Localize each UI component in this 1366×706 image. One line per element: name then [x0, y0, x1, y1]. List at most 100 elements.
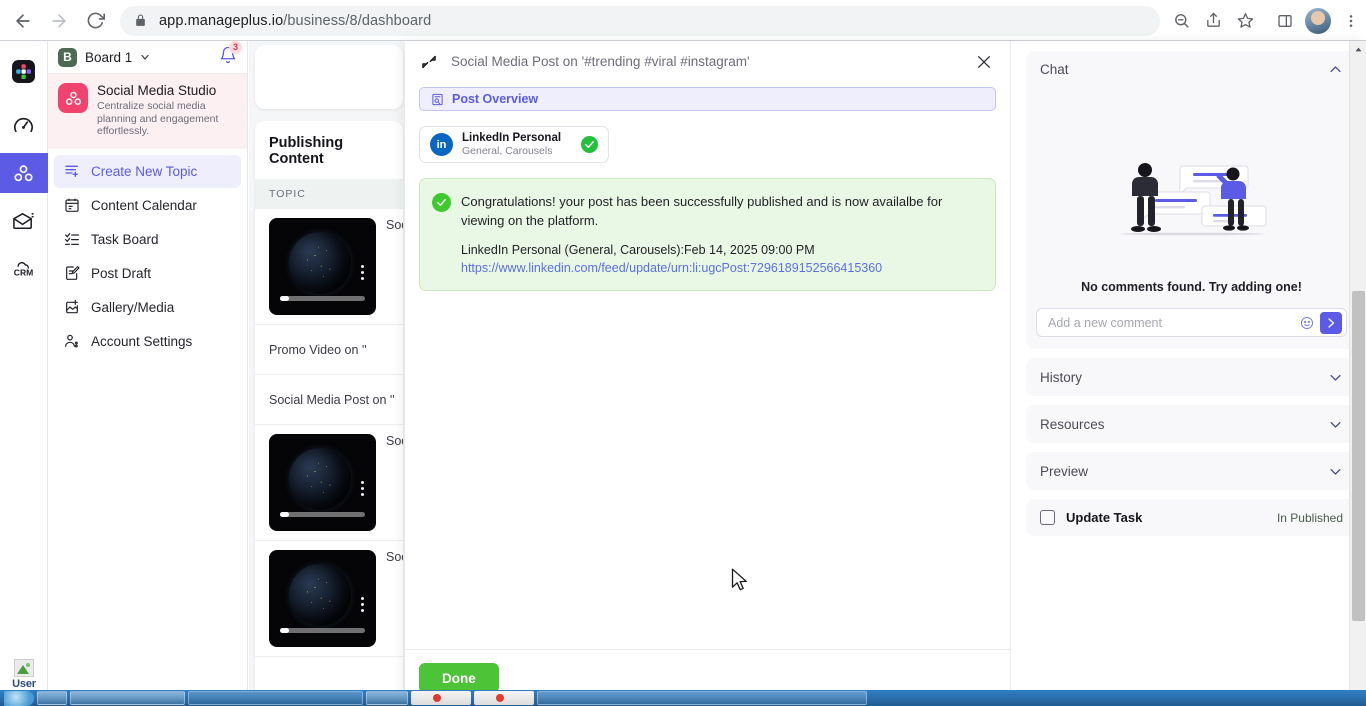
- chevron-down-icon[interactable]: [1328, 464, 1343, 479]
- url-path: /business/8/dashboard: [283, 12, 432, 29]
- table-row[interactable]: Promo Video on '': [255, 325, 403, 375]
- video-thumbnail[interactable]: [269, 550, 376, 647]
- modal-main-pane: Social Media Post on '#trending #viral #…: [405, 41, 1011, 706]
- side-panel-icon[interactable]: [1270, 6, 1300, 36]
- scrollbar-thumb[interactable]: [1352, 291, 1365, 621]
- sidebar-item-create-new-topic[interactable]: Create New Topic: [54, 154, 241, 188]
- zoom-out-icon[interactable]: [1166, 6, 1196, 36]
- notifications-bell-icon[interactable]: 3: [219, 40, 242, 69]
- social-media-studio-icon[interactable]: [0, 153, 48, 193]
- globe-image: [289, 232, 351, 294]
- address-bar[interactable]: app.manageplus.io/business/8/dashboard: [120, 5, 1160, 36]
- video-thumbnail[interactable]: [269, 434, 376, 531]
- top-card-stub: [255, 45, 403, 109]
- publishing-content-card: Publishing Content TOPIC Soc Promo Video…: [255, 121, 403, 706]
- taskbar-item[interactable]: [474, 691, 534, 705]
- sidebar-item-post-draft[interactable]: Post Draft: [54, 257, 241, 290]
- taskbar-item[interactable]: [188, 691, 363, 705]
- calendar-icon: [63, 197, 80, 213]
- send-icon[interactable]: [1320, 311, 1342, 334]
- profile-avatar[interactable]: [1305, 7, 1331, 34]
- task-list-icon: [63, 231, 80, 247]
- comment-input-wrapper[interactable]: [1036, 308, 1347, 337]
- taskbar-item[interactable]: [537, 691, 867, 705]
- table-row-label: Soc: [386, 550, 403, 564]
- table-row-label: Social Media Post on '': [269, 392, 395, 407]
- table-row[interactable]: Soc: [255, 425, 403, 541]
- success-check-icon: [432, 193, 451, 212]
- share-icon[interactable]: [1198, 6, 1228, 36]
- thumbnail-menu-icon[interactable]: [361, 481, 364, 496]
- url-host: app.manageplus.io: [159, 12, 284, 29]
- sidebar-item-gallery-media[interactable]: Gallery/Media: [54, 291, 241, 324]
- comment-input[interactable]: [1048, 315, 1300, 330]
- sidebar-item-content-calendar[interactable]: Content Calendar: [54, 189, 241, 222]
- published-post-link[interactable]: https://www.linkedin.com/feed/update/urn…: [461, 261, 981, 275]
- app-icon-rail: CRM User: [0, 41, 48, 706]
- video-progress-bar[interactable]: [280, 296, 365, 301]
- globe-image: [289, 564, 351, 626]
- done-button[interactable]: Done: [419, 663, 499, 693]
- linkedin-icon: in: [430, 133, 453, 156]
- start-button[interactable]: [4, 690, 34, 706]
- taskbar-item[interactable]: [70, 691, 185, 705]
- sidebar-item-task-board[interactable]: Task Board: [54, 223, 241, 256]
- account-name: LinkedIn Personal: [462, 132, 562, 144]
- dashboard-gauge-icon[interactable]: [0, 105, 48, 145]
- user-avatar-broken[interactable]: User: [0, 659, 48, 690]
- video-progress-bar[interactable]: [280, 512, 365, 517]
- star-icon[interactable]: [1230, 6, 1260, 36]
- user-label: User: [12, 678, 36, 690]
- page-scrollbar[interactable]: [1349, 41, 1366, 706]
- taskbar-item[interactable]: [411, 691, 471, 705]
- account-subtitle: General, Carousels: [462, 145, 553, 157]
- modal-header: Social Media Post on '#trending #viral #…: [405, 41, 1010, 82]
- sidebar-item-account-settings[interactable]: Account Settings: [54, 325, 241, 358]
- table-row[interactable]: Social Media Post on '': [255, 375, 403, 425]
- scroll-up-arrow-icon[interactable]: [1350, 41, 1366, 58]
- table-row[interactable]: Soc: [255, 209, 403, 325]
- tab-post-overview[interactable]: Post Overview: [419, 87, 996, 111]
- chevron-down-icon[interactable]: [1328, 417, 1343, 432]
- app-sidebar: B Board 1 3 Social Media Studio Centrali…: [48, 40, 248, 706]
- accordion-history[interactable]: History: [1026, 358, 1357, 396]
- back-arrow-icon[interactable]: [6, 4, 40, 38]
- crm-icon[interactable]: CRM: [0, 249, 48, 289]
- success-meta: LinkedIn Personal (General, Carousels):F…: [461, 243, 815, 257]
- reload-icon[interactable]: [78, 4, 112, 38]
- update-task-row[interactable]: Update Task In Published: [1026, 499, 1357, 536]
- thumbnail-menu-icon[interactable]: [361, 265, 364, 280]
- no-comments-illustration: [1036, 94, 1347, 274]
- chevron-down-icon[interactable]: [139, 51, 151, 63]
- taskbar-item[interactable]: [37, 691, 67, 705]
- accordion-preview[interactable]: Preview: [1026, 452, 1357, 490]
- forward-arrow-icon[interactable]: [42, 4, 76, 38]
- taskbar-item[interactable]: [366, 691, 408, 705]
- emoji-icon[interactable]: [1300, 316, 1314, 330]
- os-taskbar: [0, 690, 1366, 706]
- table-row[interactable]: Soc: [255, 541, 403, 657]
- chevron-up-icon[interactable]: [1328, 62, 1343, 77]
- thumbnail-menu-icon[interactable]: [361, 597, 364, 612]
- video-progress-bar[interactable]: [280, 628, 365, 633]
- account-chip-linkedin[interactable]: in LinkedIn Personal General, Carousels: [419, 126, 609, 163]
- update-task-label: Update Task: [1066, 510, 1143, 525]
- tab-post-overview-label: Post Overview: [452, 92, 539, 106]
- broken-image-icon: [14, 659, 34, 677]
- sidebar-item-label: Task Board: [91, 231, 159, 247]
- three-dot-menu-icon[interactable]: [1336, 6, 1366, 36]
- chevron-down-icon[interactable]: [1328, 370, 1343, 385]
- close-icon[interactable]: [976, 54, 992, 70]
- video-thumbnail[interactable]: [269, 218, 376, 315]
- no-comments-message: No comments found. Try adding one!: [1081, 280, 1302, 294]
- accordion-resources[interactable]: Resources: [1026, 405, 1357, 443]
- chat-header-label: Chat: [1040, 62, 1069, 77]
- board-initial-badge: B: [58, 47, 77, 67]
- expand-icon[interactable]: [421, 54, 437, 70]
- update-task-checkbox[interactable]: [1040, 510, 1055, 525]
- app-grid-logo[interactable]: [0, 51, 48, 91]
- board-selector-bar: B Board 1 3: [48, 40, 247, 74]
- chat-header[interactable]: Chat: [1026, 51, 1357, 88]
- svg-text:CRM: CRM: [14, 267, 33, 277]
- campaign-mail-icon[interactable]: [0, 201, 48, 241]
